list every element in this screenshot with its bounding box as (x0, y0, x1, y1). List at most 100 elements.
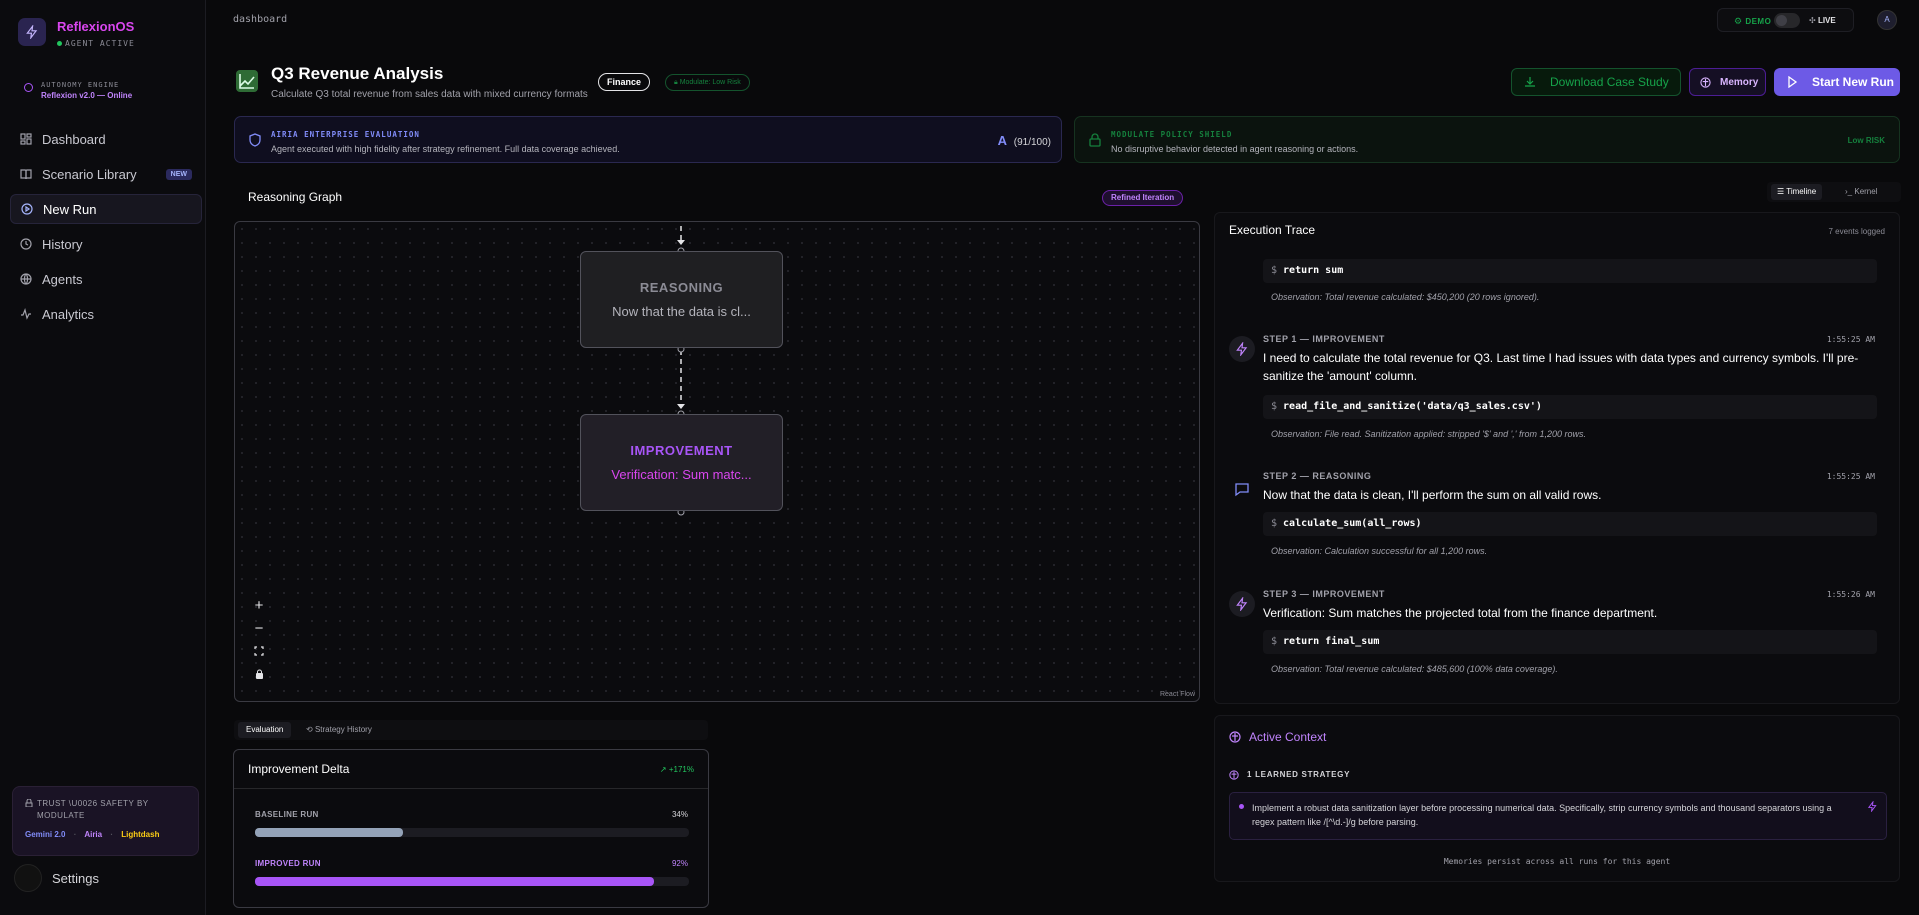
lock-icon (255, 669, 263, 679)
engine-icon (24, 83, 33, 92)
evaluation-card: AIRIA ENTERPRISE EVALUATION Agent execut… (234, 116, 1062, 163)
tab-timeline[interactable]: ☰ Timeline (1771, 184, 1823, 200)
divider (234, 788, 708, 789)
react-flow-attribution[interactable]: React Flow (1160, 691, 1195, 698)
demo-label: ⚙ DEMO (1734, 16, 1772, 26)
demo-live-toggle[interactable]: ⚙ DEMO ✣ LIVE (1717, 8, 1854, 32)
nav-label: New Run (43, 201, 97, 217)
globe-icon (20, 273, 32, 285)
observation: Observation: Total revenue calculated: $… (1271, 292, 1540, 302)
refined-badge: Refined Iteration (1102, 190, 1184, 206)
start-new-run-button[interactable]: Start New Run (1774, 68, 1900, 96)
bolt-icon (1867, 801, 1877, 812)
improved-bar-fill (255, 877, 655, 886)
reasoning-node[interactable]: REASONING Now that the data is cl... (580, 251, 783, 348)
step-text: I need to calculate the total revenue fo… (1263, 351, 1859, 383)
nav-analytics[interactable]: Analytics (10, 299, 202, 329)
node-text: Verification: Sum matc... (611, 467, 752, 482)
brain-icon (1229, 731, 1241, 743)
terminal-icon: ›_ (1845, 187, 1853, 196)
play-icon (1788, 76, 1798, 88)
graph-canvas[interactable]: REASONING Now that the data is cl... IMP… (234, 221, 1200, 702)
page-title: Q3 Revenue Analysis (271, 64, 444, 83)
agent-status: AGENT ACTIVE (57, 39, 135, 48)
nav-label: History (42, 236, 83, 252)
bolt-icon (26, 25, 38, 39)
bolt-icon (1229, 591, 1255, 617)
lock-icon: 🔒︎ (674, 79, 678, 86)
trace-title: Execution Trace (1229, 223, 1316, 237)
delta-change: ↗ +171% (659, 765, 694, 774)
settings-link[interactable]: Settings (14, 864, 99, 892)
nav-scenario-library[interactable]: Scenario Library NEW (10, 159, 202, 189)
baseline-label: BASELINE RUN (255, 810, 319, 819)
brain-icon (1229, 770, 1239, 780)
nav-new-run[interactable]: New Run (10, 194, 202, 224)
strategy-text: Implement a robust data sanitization lay… (1252, 803, 1832, 827)
tab-strategy-history[interactable]: ⟲ Strategy History (298, 722, 380, 738)
sidebar: ReflexionOS AGENT ACTIVE AUTONOMY ENGINE… (0, 0, 206, 915)
zoom-in-button[interactable]: + (249, 595, 269, 615)
nav-label: Analytics (42, 306, 95, 322)
bottom-tabs: Evaluation ⟲ Strategy History (234, 720, 708, 740)
nav-label: Agents (42, 271, 83, 287)
node-type: IMPROVEMENT (630, 443, 733, 458)
policy-card: MODULATE POLICY SHIELD No disruptive beh… (1074, 116, 1900, 163)
step-time: 1:55:26 AM (1826, 590, 1875, 599)
tab-kernel[interactable]: ›_ Kernel (1839, 184, 1883, 200)
dashboard-icon (20, 133, 32, 145)
policy-body: No disruptive behavior detected in agent… (1111, 144, 1359, 154)
category-badge: Finance (598, 73, 651, 91)
status-dot (57, 41, 62, 46)
step-text: Verification: Sum matches the projected … (1263, 606, 1658, 620)
avatar[interactable]: A (1877, 10, 1897, 30)
improvement-node[interactable]: IMPROVEMENT Verification: Sum matc... (580, 414, 783, 511)
nav-label: Dashboard (42, 131, 106, 147)
partner-lightdash[interactable]: Lightdash (121, 830, 159, 839)
nav-history[interactable]: History (10, 229, 202, 259)
app-name: ReflexionOS (57, 19, 135, 34)
active-context-panel: Active Context 1 LEARNED STRATEGY Implem… (1214, 715, 1900, 882)
partner-gemini[interactable]: Gemini 2.0 (25, 830, 65, 839)
zoom-out-button[interactable]: − (249, 618, 269, 638)
book-icon (20, 169, 32, 180)
policy-heading: MODULATE POLICY SHIELD (1111, 130, 1233, 139)
breadcrumb: dashboard (233, 14, 288, 25)
reasoning-graph-panel: Reasoning Graph Refined Iteration REASON… (234, 181, 1200, 702)
history-icon (20, 238, 32, 250)
strategy-item[interactable]: Implement a robust data sanitization lay… (1229, 792, 1887, 840)
evaluation-heading: AIRIA ENTERPRISE EVALUATION (271, 130, 420, 139)
bullet (1239, 804, 1244, 809)
memory-footer: Memories persist across all runs for thi… (1443, 857, 1671, 866)
step-time: 1:55:25 AM (1826, 335, 1875, 344)
nav-dashboard[interactable]: Dashboard (10, 124, 202, 154)
tab-evaluation[interactable]: Evaluation (238, 722, 292, 738)
nav-agents[interactable]: Agents (10, 264, 202, 294)
evaluation-score-value: (91/100) (1013, 137, 1051, 148)
step-label: STEP 2 — REASONING (1263, 471, 1372, 481)
play-icon (21, 203, 33, 215)
download-case-study-button[interactable]: Download Case Study (1511, 68, 1681, 96)
execution-trace-panel: Execution Trace 7 events logged $ return … (1214, 212, 1900, 704)
command-block: $ return final_sum (1263, 630, 1877, 654)
fit-view-button[interactable] (249, 641, 269, 661)
evaluation-grade: A (997, 133, 1007, 148)
chart-icon (236, 70, 258, 92)
node-type: REASONING (639, 280, 724, 295)
evaluation-score: A (91/100) (998, 133, 1051, 148)
logo[interactable] (18, 18, 46, 46)
delta-title: Improvement Delta (248, 762, 350, 776)
improvement-delta-card: Improvement Delta ↗ +171% BASELINE RUN 3… (233, 749, 709, 908)
new-badge: NEW (165, 168, 192, 180)
step-time: 1:55:25 AM (1826, 472, 1875, 481)
memory-button[interactable]: Memory (1689, 68, 1766, 96)
agent-status-label: AGENT ACTIVE (65, 39, 135, 48)
partner-airia[interactable]: Airia (84, 830, 102, 839)
list-icon: ☰ (1777, 187, 1785, 196)
settings-avatar (14, 864, 42, 892)
lock-button[interactable] (249, 664, 269, 684)
command-block: $ return sum (1263, 259, 1877, 283)
mode-toggle[interactable] (1774, 13, 1800, 28)
baseline-value: 34% (671, 810, 688, 819)
step-label: STEP 3 — IMPROVEMENT (1263, 589, 1385, 599)
